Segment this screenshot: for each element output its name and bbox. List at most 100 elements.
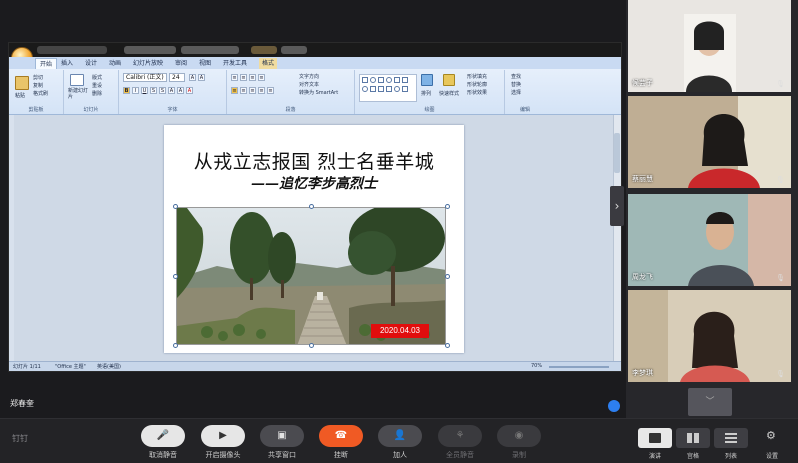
tab-format[interactable]: 格式	[259, 58, 278, 69]
chevron-right-icon[interactable]: ›	[610, 186, 624, 226]
delete-button[interactable]: 删除	[92, 90, 102, 97]
record-label: 录制	[512, 451, 526, 459]
format-painter-button[interactable]: 格式刷	[33, 90, 48, 97]
participant-tile[interactable]: 蔡丽慧 🎙	[628, 96, 791, 188]
strike-button[interactable]: S	[150, 87, 157, 94]
participant-tile[interactable]: 候芸子 🎙	[628, 0, 791, 92]
shape-effects-button[interactable]: 形状效果	[467, 89, 487, 96]
font-name-select[interactable]: Calibri (正文)	[123, 73, 167, 82]
align-center-button[interactable]: ≡	[240, 87, 247, 94]
participant-name: 周龙飞	[632, 273, 653, 281]
share-window-button[interactable]: ▣	[260, 425, 304, 447]
shape-outline-button[interactable]: 形状轮廓	[467, 81, 487, 88]
underline-button[interactable]: U	[141, 87, 148, 94]
grid-view-label: 宫格	[686, 453, 699, 460]
resize-handle[interactable]	[173, 343, 178, 348]
gear-icon[interactable]: ⚙	[766, 429, 776, 442]
replace-button[interactable]: 替换	[511, 81, 521, 88]
resize-handle[interactable]	[309, 204, 314, 209]
tab-view[interactable]: 视图	[199, 58, 211, 69]
vertical-scrollbar[interactable]	[613, 115, 621, 363]
screen-share-status-icon[interactable]	[608, 400, 620, 412]
shapes-gallery[interactable]	[359, 74, 417, 102]
slide-counter: 幻灯片 1/11	[13, 364, 41, 370]
outdent-button[interactable]: ≡	[258, 74, 265, 81]
group-editing: 查找 替换 选择 编辑	[505, 70, 545, 114]
slide-canvas[interactable]: 从戎立志报国 烈士名垂羊城 ——追忆李步高烈士 2020.04.03	[164, 125, 464, 353]
shape-fill-button[interactable]: 形状填充	[467, 73, 487, 80]
list-view-button[interactable]	[714, 428, 748, 448]
unmute-button[interactable]: 🎤	[141, 425, 185, 447]
align-right-button[interactable]: ≡	[249, 87, 256, 94]
participant-tile[interactable]: 李梦琪 🎙	[628, 290, 791, 382]
resize-handle[interactable]	[445, 343, 450, 348]
tab-home[interactable]: 开始	[35, 58, 58, 69]
tab-developer[interactable]: 开发工具	[223, 58, 247, 69]
resize-handle[interactable]	[309, 343, 314, 348]
camera-button[interactable]: ▶	[201, 425, 245, 447]
mic-icon: 🎙	[776, 176, 785, 184]
copy-button[interactable]: 复制	[33, 82, 43, 89]
mic-off-icon: 🎤	[156, 430, 170, 441]
slide-subtitle[interactable]: ——追忆李步高烈士	[164, 173, 464, 193]
record-button[interactable]: ◉	[497, 425, 541, 447]
ppt-titlebar	[9, 43, 621, 57]
memorial-photo[interactable]: 2020.04.03	[176, 207, 446, 345]
shrink-font-button[interactable]: A	[198, 74, 205, 81]
participant-tile[interactable]: 周龙飞 🎙	[628, 194, 791, 286]
italic-button[interactable]: I	[132, 87, 139, 94]
quick-access-toolbar[interactable]	[37, 46, 107, 54]
justify-button[interactable]: ≡	[258, 87, 265, 94]
resize-handle[interactable]	[173, 204, 178, 209]
add-person-button[interactable]: 👤	[378, 425, 422, 447]
resize-handle[interactable]	[173, 274, 178, 279]
grow-font-button[interactable]: A	[189, 74, 196, 81]
grid-view-button[interactable]	[676, 428, 710, 448]
case-button[interactable]: A	[177, 87, 184, 94]
text-direction-button[interactable]: 文字方向	[299, 73, 319, 80]
group-paragraph: ≡ ≡ ≡ ≡ ≡ ≡ ≡ ≡ ≡ 文字方向 对齐文本 转换为 SmartArt…	[227, 70, 355, 114]
shadow-button[interactable]: S	[159, 87, 166, 94]
scroll-thumb[interactable]	[614, 133, 620, 173]
font-size-select[interactable]: 24	[169, 73, 185, 82]
zoom-slider[interactable]	[549, 366, 609, 368]
font-color-button[interactable]: A	[186, 87, 193, 94]
columns-button[interactable]: ≡	[267, 87, 274, 94]
reset-button[interactable]: 重设	[92, 82, 102, 89]
group-slides: 新建幻灯片 版式 重设 删除 幻灯片	[64, 70, 119, 114]
spacing-button[interactable]: A	[168, 87, 175, 94]
bold-button[interactable]: B	[123, 87, 130, 94]
numbering-button[interactable]: ≡	[240, 74, 247, 81]
quick-styles-icon[interactable]	[443, 74, 455, 86]
tab-insert[interactable]: 插入	[61, 58, 73, 69]
slide-title[interactable]: 从戎立志报国 烈士名垂羊城	[164, 147, 464, 174]
resize-handle[interactable]	[445, 274, 450, 279]
vertical-ruler	[9, 115, 14, 363]
ribbon-tabs: 开始 插入 设计 动画 幻灯片放映 审阅 视图 开发工具 格式	[9, 57, 621, 69]
speaker-view-button[interactable]	[638, 428, 672, 448]
bullets-button[interactable]: ≡	[231, 74, 238, 81]
cut-button[interactable]: 剪切	[33, 74, 43, 81]
group-clipboard: 粘贴 剪切 复制 格式刷 剪贴板	[9, 70, 64, 114]
new-slide-icon[interactable]	[70, 74, 84, 86]
tab-animation[interactable]: 动画	[109, 58, 121, 69]
resize-handle[interactable]	[445, 204, 450, 209]
tab-slideshow[interactable]: 幻灯片放映	[133, 58, 163, 69]
tab-review[interactable]: 审阅	[175, 58, 187, 69]
layout-button[interactable]: 版式	[92, 74, 102, 81]
theme-name: "Office 主题"	[55, 364, 86, 370]
chevron-down-icon[interactable]: ﹀	[688, 388, 732, 416]
paste-icon[interactable]	[15, 76, 29, 90]
smartart-button[interactable]: 转换为 SmartArt	[299, 89, 338, 96]
select-button[interactable]: 选择	[511, 89, 521, 96]
indent-button[interactable]: ≡	[249, 74, 256, 81]
hangup-button[interactable]: ☎	[319, 425, 363, 447]
align-text-button[interactable]: 对齐文本	[299, 81, 319, 88]
arrange-icon[interactable]	[421, 74, 433, 86]
find-button[interactable]: 查找	[511, 73, 521, 80]
tab-design[interactable]: 设计	[85, 58, 97, 69]
align-left-button[interactable]: ≡	[231, 87, 238, 94]
quick-styles-label: 快速样式	[439, 91, 460, 97]
mute-all-button[interactable]: ⚘	[438, 425, 482, 447]
zoom-level[interactable]: 70%	[531, 363, 542, 369]
